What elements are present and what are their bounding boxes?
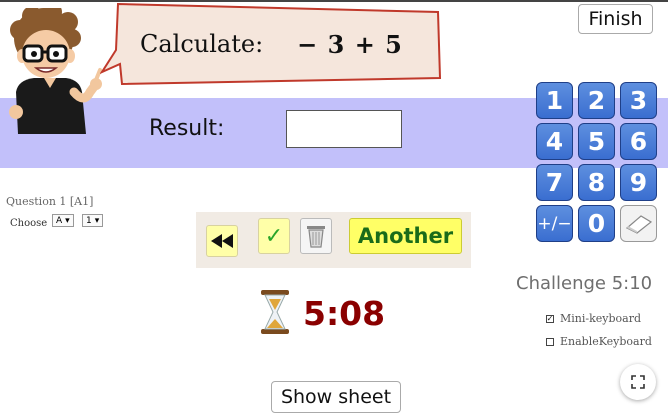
trash-button[interactable] — [300, 218, 332, 254]
rewind-icon — [211, 234, 233, 248]
fullscreen-icon — [631, 375, 645, 389]
enable-keyboard-option[interactable]: EnableKeyboard — [546, 335, 652, 348]
key-4[interactable]: 4 — [536, 123, 573, 160]
chevron-down-icon: ▾ — [94, 215, 100, 226]
check-icon: ✓ — [264, 223, 284, 249]
mini-keypad: 1 2 3 4 5 6 7 8 9 +/− 0 — [536, 82, 658, 242]
number-select[interactable]: 1 ▾ — [82, 214, 104, 227]
mini-keyboard-label: Mini-keyboard — [560, 312, 642, 325]
prompt-label: Calculate: — [140, 30, 264, 58]
key-9[interactable]: 9 — [620, 164, 657, 201]
key-plus-minus[interactable]: +/− — [536, 205, 573, 242]
enable-keyboard-checkbox[interactable] — [546, 337, 554, 346]
key-2[interactable]: 2 — [578, 82, 615, 119]
finish-button[interactable]: Finish — [578, 4, 653, 34]
enable-keyboard-label: EnableKeyboard — [560, 335, 652, 348]
action-toolbar: ✓ Another — [196, 212, 471, 268]
another-button[interactable]: Another — [349, 218, 462, 254]
eraser-icon — [625, 214, 652, 234]
chevron-down-icon: ▾ — [65, 215, 70, 226]
prompt-expression: − 3 + 5 — [297, 29, 403, 59]
prompt-text: Calculate: − 3 + 5 — [140, 26, 430, 62]
timer-value: 5:08 — [303, 294, 386, 333]
mini-keyboard-checkbox[interactable]: ✓ — [546, 314, 554, 323]
letter-select[interactable]: A ▾ — [52, 214, 74, 227]
rewind-button[interactable] — [206, 225, 238, 257]
result-label: Result: — [149, 116, 225, 141]
key-7[interactable]: 7 — [536, 164, 573, 201]
trash-icon — [307, 226, 325, 248]
number-select-value: 1 — [86, 215, 92, 226]
check-button[interactable]: ✓ — [258, 218, 290, 254]
key-8[interactable]: 8 — [578, 164, 615, 201]
key-0[interactable]: 0 — [578, 205, 615, 242]
choose-label: Choose — [10, 218, 48, 229]
key-3[interactable]: 3 — [620, 82, 657, 119]
letter-select-value: A — [56, 215, 63, 226]
show-sheet-button[interactable]: Show sheet — [271, 381, 401, 413]
key-5[interactable]: 5 — [578, 123, 615, 160]
mini-keyboard-option[interactable]: ✓ Mini-keyboard — [546, 312, 641, 325]
fullscreen-button[interactable] — [620, 364, 656, 400]
key-1[interactable]: 1 — [536, 82, 573, 119]
question-title: Question 1 [A1] — [6, 195, 94, 208]
erase-key[interactable] — [620, 205, 657, 242]
hourglass-icon — [261, 290, 289, 334]
challenge-label: Challenge 5:10 — [516, 273, 653, 294]
result-input[interactable] — [286, 110, 402, 148]
key-6[interactable]: 6 — [620, 123, 657, 160]
teacher-avatar — [9, 8, 102, 134]
